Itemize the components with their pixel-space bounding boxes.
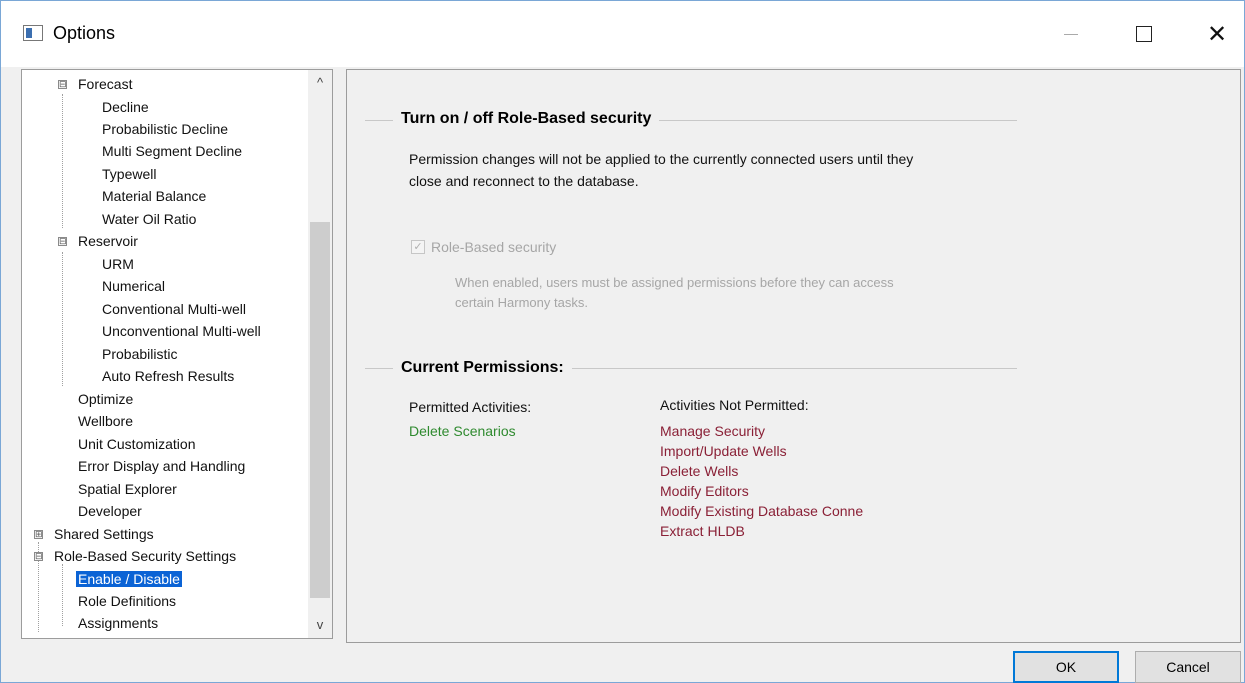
not-permitted-activity: Modify Existing Database Conne (660, 503, 864, 519)
window-title: Options (53, 23, 116, 43)
not-permitted-header: Activities Not Permitted: (660, 397, 809, 413)
tree-item-typewell[interactable]: Typewell (102, 164, 156, 184)
close-button[interactable]: ✕ (1193, 15, 1241, 53)
not-permitted-activity: Delete Wells (660, 463, 739, 479)
tree-item-urm[interactable]: URM (102, 254, 134, 274)
tree-item-conventional-multi-well[interactable]: Conventional Multi-well (102, 299, 246, 319)
tree-connector (62, 252, 63, 386)
tree-item-developer[interactable]: Developer (78, 501, 142, 521)
ok-button[interactable]: OK (1013, 651, 1119, 683)
tree-item-shared-settings[interactable]: ⊞ Shared Settings (34, 524, 154, 544)
not-permitted-activity: Manage Security (660, 423, 766, 439)
tree-item-error-display[interactable]: Error Display and Handling (78, 456, 245, 476)
minimize-icon (1064, 33, 1078, 35)
not-permitted-activity: Modify Editors (660, 483, 749, 499)
collapse-icon[interactable]: ⊟ (34, 552, 43, 561)
title-bar: Options ✕ (1, 1, 1244, 67)
scroll-down-icon[interactable]: v (308, 614, 332, 636)
permitted-activity: Delete Scenarios (409, 423, 516, 439)
role-based-security-label[interactable]: Role-Based security (431, 236, 556, 258)
section-title-role-security: Turn on / off Role-Based security (393, 110, 660, 128)
tree-item-reservoir[interactable]: ⊟ Reservoir (58, 231, 138, 251)
tree-item-decline[interactable]: Decline (102, 97, 149, 117)
maximize-button[interactable] (1120, 15, 1168, 53)
tree-item-unconventional-multi-well[interactable]: Unconventional Multi-well (102, 321, 261, 341)
tree-connector (62, 564, 63, 626)
tree-item-probabilistic-decline[interactable]: Probabilistic Decline (102, 119, 228, 139)
tree-item-wellbore[interactable]: Wellbore (78, 411, 133, 431)
settings-panel: Turn on / off Role-Based security Permis… (346, 69, 1241, 643)
permission-note-line2: close and reconnect to the database. (409, 173, 639, 189)
role-based-security-checkbox[interactable]: ✓ (411, 240, 425, 254)
options-app-icon (23, 25, 43, 41)
checkmark-icon: ✓ (413, 241, 423, 253)
options-tree: ⊟ Forecast Decline Probabilistic Decline … (21, 69, 333, 639)
tree-item-role-definitions[interactable]: Role Definitions (78, 591, 176, 611)
tree-item-numerical[interactable]: Numerical (102, 276, 165, 296)
options-dialog: Options ✕ ⊟ Forecast Decline Probabilisti… (0, 0, 1245, 683)
tree-item-unit-customization[interactable]: Unit Customization (78, 434, 196, 454)
scroll-up-icon[interactable]: ^ (308, 72, 332, 94)
permission-note-line1: Permission changes will not be applied t… (409, 151, 914, 167)
tree-item-forecast[interactable]: ⊟ Forecast (58, 74, 132, 94)
not-permitted-activity: Extract HLDB (660, 523, 745, 539)
tree-scrollbar[interactable]: ^ v (308, 70, 332, 638)
tree-item-auto-refresh-results[interactable]: Auto Refresh Results (102, 366, 234, 386)
scroll-thumb[interactable] (310, 222, 330, 598)
tree-item-role-based-security-settings[interactable]: ⊟ Role-Based Security Settings (34, 546, 236, 566)
tree-connector (62, 94, 63, 228)
tree-item-multi-segment-decline[interactable]: Multi Segment Decline (102, 141, 242, 161)
expand-icon[interactable]: ⊞ (34, 530, 43, 539)
minimize-button[interactable] (1047, 15, 1095, 53)
tree-item-material-balance[interactable]: Material Balance (102, 186, 206, 206)
tree-item-spatial-explorer[interactable]: Spatial Explorer (78, 479, 177, 499)
cancel-button[interactable]: Cancel (1135, 651, 1241, 683)
maximize-icon (1136, 26, 1152, 42)
tree-item-water-oil-ratio[interactable]: Water Oil Ratio (102, 209, 196, 229)
role-security-help-line1: When enabled, users must be assigned per… (455, 275, 894, 290)
close-icon: ✕ (1206, 20, 1228, 48)
section-title-current-permissions: Current Permissions: (393, 359, 572, 377)
tree-item-probabilistic[interactable]: Probabilistic (102, 344, 177, 364)
permitted-activities-header: Permitted Activities: (409, 399, 532, 415)
collapse-icon[interactable]: ⊟ (58, 80, 67, 89)
tree-item-assignments[interactable]: Assignments (78, 613, 158, 633)
role-security-help-line2: certain Harmony tasks. (455, 295, 588, 310)
collapse-icon[interactable]: ⊟ (58, 237, 67, 246)
not-permitted-activity: Import/Update Wells (660, 443, 787, 459)
tree-item-enable-disable[interactable]: Enable / Disable (75, 569, 183, 589)
tree-item-optimize[interactable]: Optimize (78, 389, 133, 409)
